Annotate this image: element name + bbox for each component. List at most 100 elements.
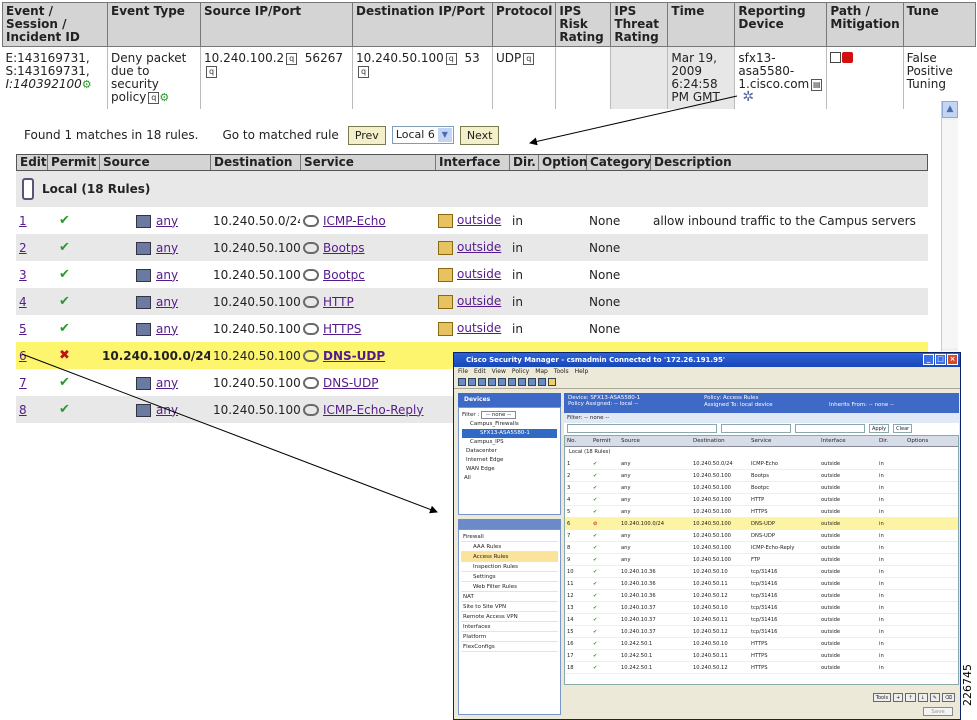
service-link[interactable]: DNS-UDP [323,376,378,390]
interface-link[interactable]: outside [457,213,501,227]
rule-number-link[interactable]: 5 [19,322,27,336]
query-icon[interactable]: q [358,65,369,78]
grid-row[interactable]: 16 ✔ 10.242.50.1 10.240.50.10 HTTPS outside in [565,638,958,650]
filter-field[interactable] [721,424,791,433]
grid-header-cell[interactable]: Permit [591,436,619,446]
toolbar-icon[interactable] [498,378,506,386]
menu-item[interactable]: Help [575,367,589,376]
policy-item[interactable]: Firewall [461,532,558,542]
policy-item[interactable]: NAT [461,592,558,602]
grid-row[interactable]: 14 ✔ 10.240.10.37 10.240.50.11 tcp/31416 outs… [565,614,958,626]
save-button[interactable]: Save [923,707,953,716]
grid-filter[interactable]: Filter: -- none -- [564,413,959,423]
grid-header-cell[interactable]: Destination [691,436,749,446]
rules-group-local[interactable]: Local (18 Rules) [16,171,928,207]
policy-item[interactable]: Site to Site VPN [461,602,558,612]
rule-number-link[interactable]: 7 [19,376,27,390]
grid-row[interactable]: 12 ✔ 10.240.10.36 10.240.50.12 tcp/31416 outs… [565,590,958,602]
source-link[interactable]: any [156,268,178,282]
grid-row[interactable]: 8 ✔ any 10.240.50.100 ICMP-Echo-Reply outside… [565,542,958,554]
grid-header-cell[interactable]: Service [749,436,819,446]
interface-link[interactable]: outside [457,267,501,281]
rule-select[interactable]: Local 6 [391,126,454,144]
event-link-icon[interactable]: ⚙ [159,91,169,104]
service-link[interactable]: ICMP-Echo [323,214,386,228]
toolbar-icon[interactable] [528,378,536,386]
grid-row[interactable]: 2 ✔ any 10.240.50.100 Bootps outside in [565,470,958,482]
device-tree-item[interactable]: SFX13-ASA5580-1 [462,429,557,438]
grid-row[interactable]: 5 ✔ any 10.240.50.100 HTTPS outside in [565,506,958,518]
incident-id[interactable]: I:140392100 [6,77,82,91]
rule-row[interactable]: 4 ✔ any 10.240.50.100 HTTP outside in None [16,288,928,315]
policy-item[interactable]: Settings [461,572,558,582]
grid-header-cell[interactable]: Source [619,436,691,446]
cell-tune[interactable]: False Positive Tuning [902,46,976,109]
down-icon[interactable]: ↓ [917,693,928,702]
grid-header-cell[interactable]: Dir. [877,436,905,446]
menu-item[interactable]: Policy [512,367,529,376]
grid-row[interactable]: 6 ⊘ 10.240.100.0/24 10.240.50.100 DNS-UDP out… [565,518,958,530]
path-icon[interactable] [830,52,842,63]
vertical-scrollbar[interactable]: ▲ [941,101,958,351]
service-link[interactable]: DNS-UDP [323,349,385,363]
minimize-icon[interactable]: _ [923,354,934,365]
menu-item[interactable]: Tools [554,367,569,376]
source-link[interactable]: any [156,376,178,390]
service-link[interactable]: HTTPS [323,322,361,336]
menu-item[interactable]: Edit [474,367,486,376]
grid-row[interactable]: 7 ✔ any 10.240.50.100 DNS-UDP outside in [565,530,958,542]
interface-link[interactable]: outside [457,321,501,335]
source-link[interactable]: any [156,214,178,228]
device-tree-item[interactable]: WAN Edge [462,465,557,474]
policy-item[interactable]: FlexConfigs [461,642,558,652]
edit-icon[interactable]: ✎ [929,693,940,702]
incident-link-icon[interactable]: ⚙ [82,78,92,91]
interface-link[interactable]: outside [457,294,501,308]
grid-row[interactable]: 17 ✔ 10.242.50.1 10.240.50.11 HTTPS outside in [565,650,958,662]
query-icon[interactable]: q [523,52,535,65]
grid-group[interactable]: Local (18 Rules) [565,447,958,458]
policy-item[interactable]: Web Filter Rules [461,582,558,592]
interface-link[interactable]: outside [457,240,501,254]
grid-header-cell[interactable]: Options [905,436,945,446]
device-info-icon[interactable]: ▤ [811,78,823,91]
query-icon[interactable]: q [445,52,457,65]
policy-item[interactable]: Platform [461,632,558,642]
help-icon[interactable] [548,378,556,386]
group-toggle-icon[interactable] [22,178,34,200]
menu-item[interactable]: View [492,367,506,376]
source-link[interactable]: any [156,322,178,336]
scroll-track[interactable] [942,120,958,348]
filter-field[interactable] [567,424,717,433]
policy-item[interactable]: AAA Rules [461,542,558,552]
rule-number-link[interactable]: 8 [19,403,27,417]
source-link[interactable]: any [156,241,178,255]
toolbar-icon[interactable] [488,378,496,386]
query-icon[interactable]: q [148,91,160,104]
device-tree-item[interactable]: Campus_Firewalls [462,420,557,429]
service-link[interactable]: Bootpc [323,268,365,282]
grid-row[interactable]: 18 ✔ 10.242.50.1 10.240.50.12 HTTPS outside in [565,662,958,674]
maximize-icon[interactable]: □ [935,354,946,365]
pane-splitter[interactable] [458,519,561,529]
rule-number-link[interactable]: 1 [19,214,27,228]
rule-number-link[interactable]: 2 [19,241,27,255]
source-link[interactable]: any [156,403,178,417]
toolbar-icon[interactable] [518,378,526,386]
prev-button[interactable]: Prev [347,125,386,145]
rule-number-link[interactable]: 6 [19,349,27,363]
service-link[interactable]: HTTP [323,295,354,309]
device-tree-item[interactable]: Campus_IPS [462,438,557,447]
filter-value[interactable] [795,424,865,433]
query-icon[interactable]: q [286,52,298,65]
policy-item[interactable]: Access Rules [461,552,558,562]
toolbar-icon[interactable] [458,378,466,386]
next-button[interactable]: Next [459,125,500,145]
delete-icon[interactable]: ⌫ [941,693,955,702]
grid-row[interactable]: 9 ✔ any 10.240.50.100 FTP outside in [565,554,958,566]
source-link[interactable]: any [156,295,178,309]
policy-item[interactable]: Interfaces [461,622,558,632]
query-icon[interactable]: q [206,65,217,78]
up-icon[interactable]: ↑ [905,693,916,702]
grid-row[interactable]: 4 ✔ any 10.240.50.100 HTTP outside in [565,494,958,506]
